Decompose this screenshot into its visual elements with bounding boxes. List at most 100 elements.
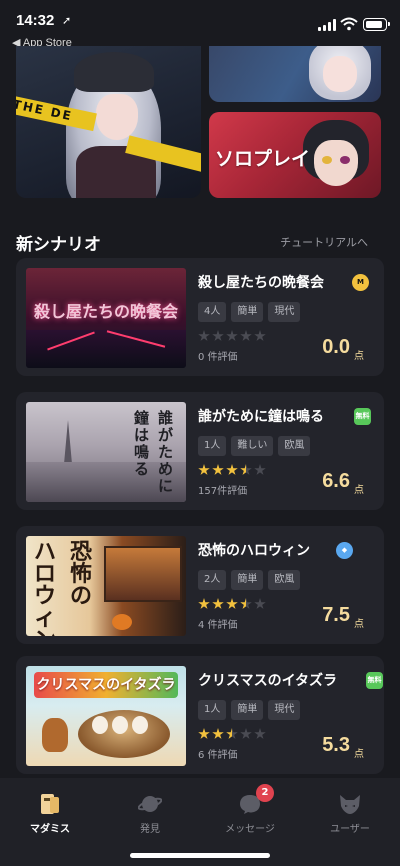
- star-icon: [198, 330, 210, 341]
- star-icon: [240, 728, 252, 739]
- tag-difficulty: 簡単: [231, 570, 264, 590]
- star-icon: [212, 598, 224, 609]
- status-time: 14:32: [16, 12, 55, 29]
- scenario-tags: 2人 簡単 欧風: [198, 570, 301, 590]
- rating-stars: [198, 728, 266, 740]
- tag-setting: 現代: [268, 302, 301, 322]
- tag-players: 1人: [198, 436, 227, 456]
- featured-banner-main[interactable]: THE DE: [16, 46, 201, 198]
- star-icon: [240, 464, 252, 475]
- rating-stars: [198, 464, 266, 476]
- character-eye: [340, 156, 350, 164]
- character-hat: [74, 52, 154, 92]
- notification-badge: 2: [256, 784, 274, 802]
- scenario-title: 恐怖のハロウィン: [198, 543, 310, 559]
- score-value: 7.5: [322, 604, 350, 626]
- star-icon: [198, 728, 210, 739]
- rating-stars: [198, 598, 266, 610]
- character-eye: [322, 156, 332, 164]
- thumb-window: [104, 546, 182, 602]
- scenario-title: 誰がために鐘は鳴る: [198, 409, 324, 425]
- star-icon: [254, 330, 266, 341]
- scenario-tags: 1人 簡単 現代: [198, 700, 301, 720]
- free-badge-icon: 無料: [354, 408, 371, 425]
- thumbnail-title: 誰がために: [158, 409, 174, 495]
- pumpkin-icon: [112, 614, 132, 630]
- thumbnail-title: 恐怖の: [70, 540, 93, 609]
- featured-banner-secondary[interactable]: [209, 46, 381, 102]
- star-icon: [198, 598, 210, 609]
- star-icon: [212, 464, 224, 475]
- rating-count: 6 件評価: [198, 750, 238, 761]
- solo-play-label: ソロプレイ: [215, 148, 311, 170]
- scenario-thumbnail: 誰がために 鐘は鳴る: [26, 402, 186, 502]
- home-indicator[interactable]: [130, 853, 270, 858]
- solo-play-banner[interactable]: ソロプレイ: [209, 112, 381, 198]
- character-face: [323, 56, 357, 92]
- nav-label: マダミス: [30, 824, 70, 835]
- premium-badge-icon: M: [352, 274, 369, 291]
- star-icon: [226, 728, 238, 739]
- location-arrow-icon: ➚: [62, 14, 72, 27]
- score-unit: 点: [354, 619, 364, 630]
- tag-difficulty: 難しい: [231, 436, 274, 456]
- star-icon: [226, 464, 238, 475]
- tag-players: 4人: [198, 302, 227, 322]
- church-spire: [64, 420, 72, 464]
- star-icon: [240, 330, 252, 341]
- egg-illustration: [132, 716, 148, 734]
- scenario-tags: 4人 簡単 現代: [198, 302, 301, 322]
- scenario-card[interactable]: クリスマスのイタズラ クリスマスのイタズラ 無料 1人 簡単 現代 6 件評価 …: [16, 656, 384, 774]
- star-icon: [198, 464, 210, 475]
- star-icon: [254, 464, 266, 475]
- tag-players: 2人: [198, 570, 227, 590]
- tag-setting: 欧風: [268, 570, 301, 590]
- star-icon: [226, 330, 238, 341]
- thumbnail-title: クリスマスのイタズラ: [34, 672, 178, 698]
- user-mask-icon: [340, 795, 360, 814]
- score-value: 0.0: [322, 336, 350, 358]
- tag-difficulty: 簡単: [231, 302, 264, 322]
- section-title: 新シナリオ: [16, 235, 101, 255]
- scenario-thumbnail: 恐怖の ハロウィン: [26, 536, 186, 636]
- thumbnail-title: 殺し屋たちの晩餐会: [34, 302, 179, 321]
- scenario-title: 殺し屋たちの晩餐会: [198, 275, 324, 291]
- thumbnail-title: ハロウィン: [34, 540, 57, 637]
- star-icon: [212, 330, 224, 341]
- rating-count: 4 件評価: [198, 620, 238, 631]
- star-icon: [254, 728, 266, 739]
- thumbnail-title: 鐘は鳴る: [134, 409, 150, 478]
- free-badge-icon: 無料: [366, 672, 383, 689]
- scenario-tags: 1人 難しい 欧風: [198, 436, 311, 456]
- scenario-thumbnail: 殺し屋たちの晩餐会: [26, 268, 186, 368]
- nav-label: 発見: [140, 824, 160, 835]
- nav-item-discover[interactable]: 発見: [100, 778, 200, 838]
- nav-item-messages[interactable]: メッセージ: [200, 778, 300, 838]
- egg-illustration: [112, 716, 128, 734]
- score-value: 5.3: [322, 734, 350, 756]
- battery-icon: [363, 18, 390, 31]
- score-value: 6.6: [322, 470, 350, 492]
- wifi-icon: [340, 17, 358, 31]
- rating-count: 0 件評価: [198, 352, 238, 363]
- tag-setting: 欧風: [278, 436, 311, 456]
- gingerbread-illustration: [42, 718, 68, 752]
- tutorial-link[interactable]: チュートリアルへ: [280, 234, 368, 250]
- star-icon: [226, 598, 238, 609]
- nav-item-user[interactable]: ユーザー: [300, 778, 400, 838]
- scenario-card[interactable]: 殺し屋たちの晩餐会 殺し屋たちの晩餐会 M 4人 簡単 現代 0 件評価 0.0…: [16, 258, 384, 376]
- rating-count: 157件評価: [198, 486, 248, 497]
- score-unit: 点: [354, 749, 364, 760]
- score-unit: 点: [354, 351, 364, 362]
- score-unit: 点: [354, 485, 364, 496]
- character-face: [96, 94, 138, 140]
- star-icon: [212, 728, 224, 739]
- tag-players: 1人: [198, 700, 227, 720]
- scenario-card[interactable]: 誰がために 鐘は鳴る 誰がために鐘は鳴る 無料 1人 難しい 欧風 157件評価…: [16, 392, 384, 510]
- scenario-card[interactable]: 恐怖の ハロウィン 恐怖のハロウィン ◆ 2人 簡単 欧風 4 件評価 7.5 …: [16, 526, 384, 644]
- nav-item-madamis[interactable]: マダミス: [0, 778, 100, 838]
- egg-illustration: [92, 716, 108, 734]
- tag-setting: 現代: [268, 700, 301, 720]
- tag-difficulty: 簡単: [231, 700, 264, 720]
- diamond-badge-icon: ◆: [336, 542, 353, 559]
